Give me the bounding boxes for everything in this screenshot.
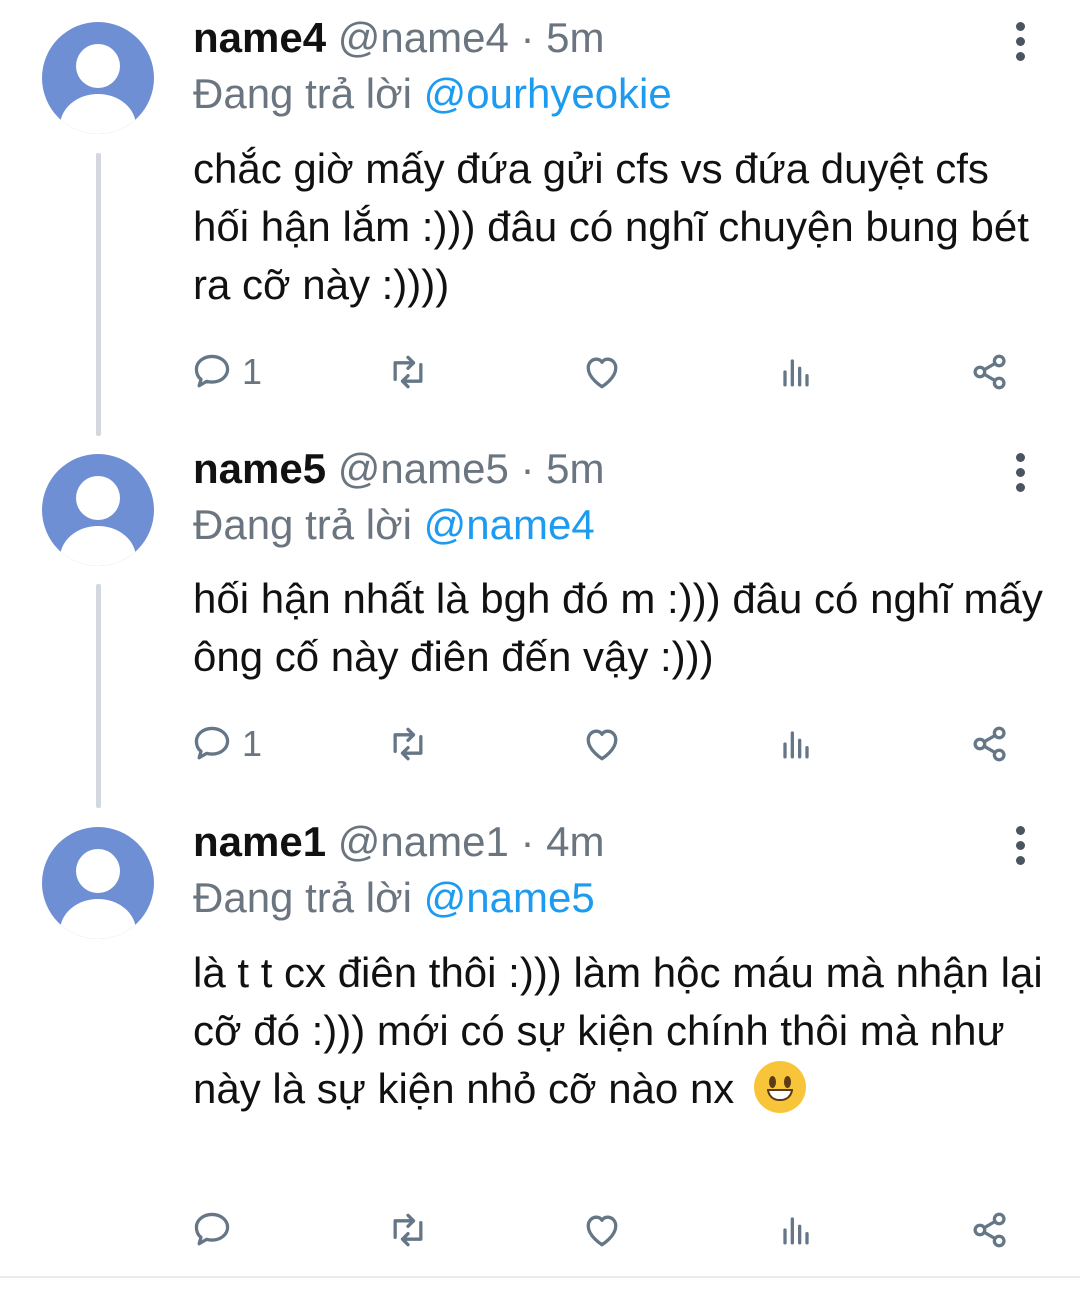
display-name[interactable]: name5 xyxy=(193,445,326,492)
display-name[interactable]: name4 xyxy=(193,14,326,61)
retweet-button[interactable] xyxy=(386,718,430,770)
thread-line xyxy=(96,153,101,436)
retweet-button[interactable] xyxy=(386,346,430,398)
share-icon xyxy=(973,1212,1006,1248)
action-bar xyxy=(190,1204,1030,1256)
timestamp[interactable]: · 5m xyxy=(520,14,604,61)
display-name[interactable]: name1 xyxy=(193,818,326,865)
retweet-button[interactable] xyxy=(386,1204,430,1256)
heart-icon xyxy=(586,357,618,389)
analytics-icon xyxy=(783,359,809,387)
more-vertical-icon[interactable] xyxy=(1010,453,1030,498)
retweet-icon xyxy=(393,727,423,761)
reply-button[interactable]: 1 xyxy=(190,346,262,398)
replying-to: Đang trả lời @ourhyeokie xyxy=(193,68,672,120)
tweet-text: chắc giờ mấy đứa gửi cfs vs đứa duyệt cf… xyxy=(193,145,1029,308)
thread-line xyxy=(96,584,101,808)
replying-to: Đang trả lời @name4 xyxy=(193,499,595,551)
action-bar: 1 xyxy=(190,718,1030,770)
avatar[interactable] xyxy=(42,827,154,939)
views-button[interactable] xyxy=(774,718,818,770)
replying-to: Đang trả lời @name5 xyxy=(193,872,595,924)
replying-to-label: Đang trả lời xyxy=(193,874,412,921)
tweet-header: name1 @name1 · 4m xyxy=(193,816,604,868)
user-handle[interactable]: @name4 xyxy=(338,14,509,61)
retweet-icon xyxy=(393,355,423,389)
like-button[interactable] xyxy=(580,346,624,398)
reply-count: 1 xyxy=(242,723,263,764)
retweet-icon xyxy=(393,1213,423,1247)
comment-icon xyxy=(194,354,230,388)
tweet-text-body: là t t cx điên thôi :))) làm hộc máu mà … xyxy=(193,949,1043,1112)
timestamp[interactable]: · 5m xyxy=(520,445,604,492)
comment-icon xyxy=(194,1212,230,1246)
tweet-header: name5 @name5 · 5m xyxy=(193,443,604,495)
mention-link[interactable]: @ourhyeokie xyxy=(424,70,672,117)
heart-icon xyxy=(586,1215,618,1247)
views-button[interactable] xyxy=(774,1204,818,1256)
analytics-icon xyxy=(783,1217,809,1245)
divider xyxy=(0,1276,1080,1278)
action-bar: 1 xyxy=(190,346,1030,398)
share-icon xyxy=(973,726,1006,762)
avatar[interactable] xyxy=(42,22,154,134)
reply-button[interactable] xyxy=(190,1204,234,1256)
tweet-text: hối hận nhất là bgh đó m :))) đâu có ngh… xyxy=(193,575,1043,680)
mention-link[interactable]: @name4 xyxy=(424,501,595,548)
like-button[interactable] xyxy=(580,1204,624,1256)
user-handle[interactable]: @name1 xyxy=(338,818,509,865)
share-button[interactable] xyxy=(968,1204,1012,1256)
analytics-icon xyxy=(783,731,809,759)
replying-to-label: Đang trả lời xyxy=(193,70,412,117)
comment-icon xyxy=(194,726,230,760)
timestamp[interactable]: · 4m xyxy=(520,818,604,865)
replying-to-label: Đang trả lời xyxy=(193,501,412,548)
mention-link[interactable]: @name5 xyxy=(424,874,595,921)
tweet-header: name4 @name4 · 5m xyxy=(193,12,604,64)
share-button[interactable] xyxy=(968,346,1012,398)
share-button[interactable] xyxy=(968,718,1012,770)
more-vertical-icon[interactable] xyxy=(1010,826,1030,871)
heart-icon xyxy=(586,729,618,761)
reply-count: 1 xyxy=(242,351,263,392)
reply-button[interactable]: 1 xyxy=(190,718,262,770)
like-button[interactable] xyxy=(580,718,624,770)
avatar[interactable] xyxy=(42,454,154,566)
user-handle[interactable]: @name5 xyxy=(338,445,509,492)
tweet-text: là t t cx điên thôi :))) làm hộc máu mà … xyxy=(193,944,1043,1118)
more-vertical-icon[interactable] xyxy=(1010,22,1030,67)
views-button[interactable] xyxy=(774,346,818,398)
share-icon xyxy=(973,354,1006,390)
grinning-face-emoji xyxy=(753,1061,806,1113)
